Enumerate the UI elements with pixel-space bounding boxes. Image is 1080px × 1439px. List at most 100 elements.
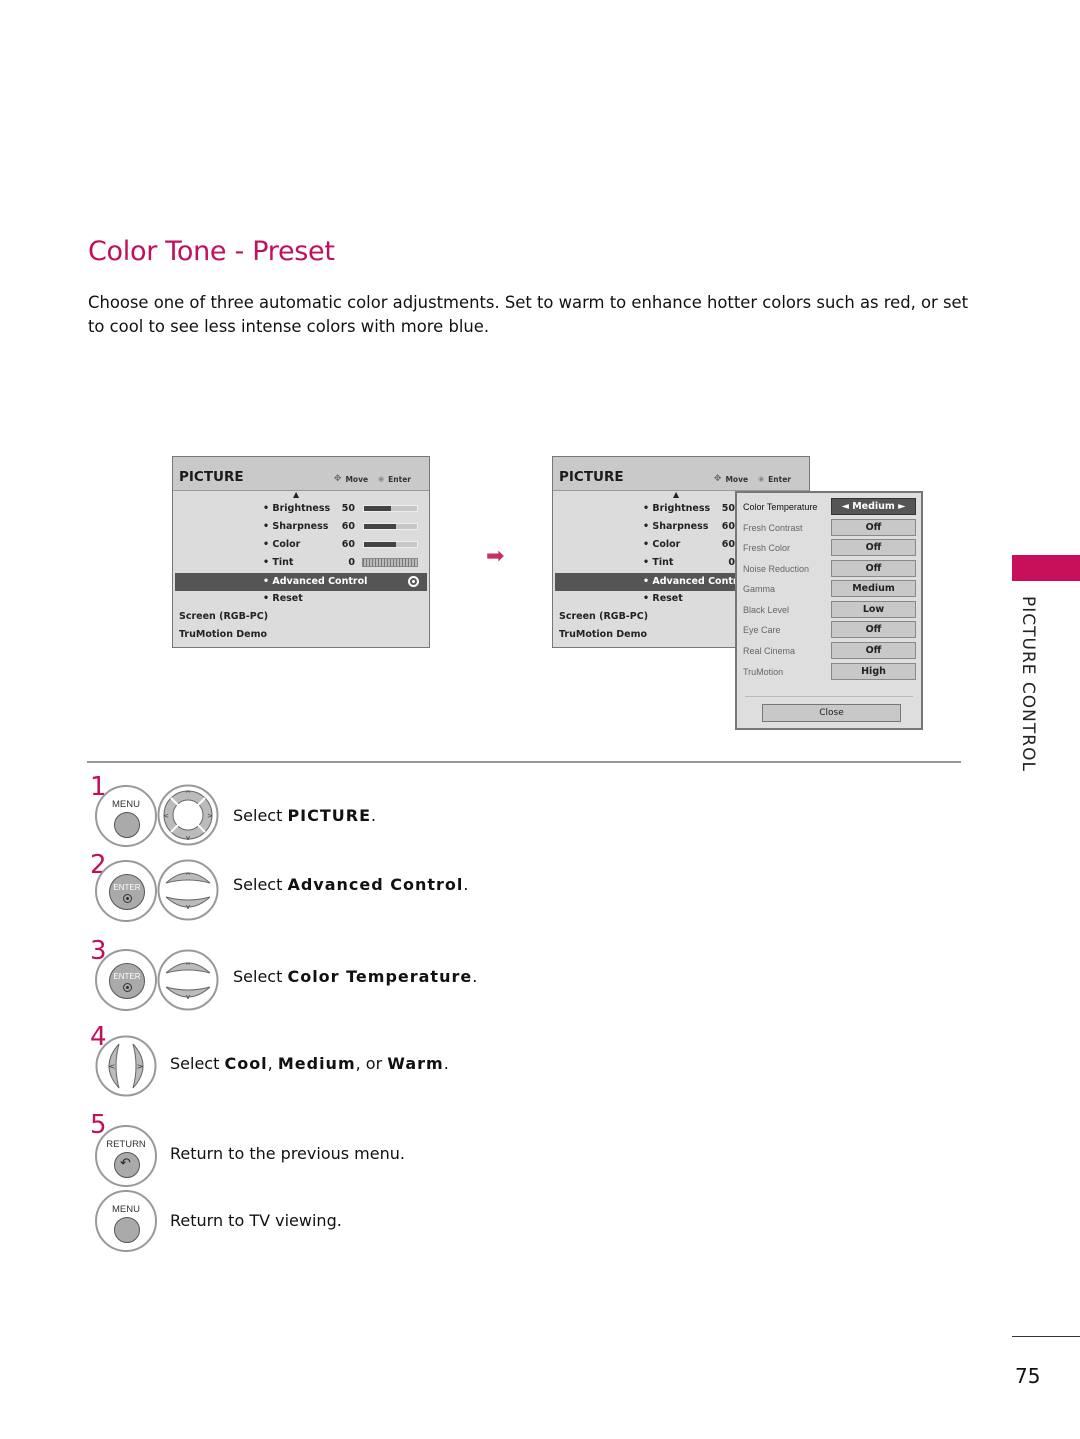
button-caption: RETURN	[106, 1139, 146, 1150]
button-caption: MENU	[112, 799, 140, 810]
level-bar	[363, 523, 418, 530]
svg-text:<: <	[109, 1062, 116, 1071]
step-text-plain: Select	[170, 1054, 225, 1073]
step-3-text: Select Color Temperature.	[233, 967, 477, 986]
menu-item-color[interactable]: • Color 60	[173, 536, 429, 554]
step-text-bold: Advanced Control	[287, 875, 464, 894]
move-icon: ✥	[713, 474, 722, 484]
item-label: • Advanced Control	[263, 576, 368, 587]
up-down-buttons-icon[interactable]: ^ v	[157, 859, 219, 921]
step-text-plain: .	[371, 806, 377, 825]
menu-item-advanced-control[interactable]: • Advanced Control	[175, 573, 427, 591]
button-knob: ENTER	[109, 963, 145, 999]
menu-button[interactable]: MENU	[95, 1190, 157, 1252]
item-value: 50	[721, 503, 735, 514]
menu-item-trumotion-demo[interactable]: TruMotion Demo	[559, 626, 647, 644]
step-text-plain: ,	[267, 1054, 278, 1073]
step-6-text: Return to TV viewing.	[170, 1211, 342, 1230]
section-divider	[87, 761, 961, 763]
fresh-color-value[interactable]: Off	[831, 539, 916, 556]
level-fill	[364, 506, 391, 511]
real-cinema-value[interactable]: Off	[831, 642, 916, 659]
menu-title: PICTURE	[179, 469, 244, 485]
menu-header: PICTURE ✥ Move ◉ Enter	[173, 457, 429, 491]
item-value: 60	[721, 521, 735, 532]
chapter-label: PICTURE CONTROL	[1018, 596, 1038, 772]
menu-item-trumotion-demo[interactable]: TruMotion Demo	[179, 626, 267, 644]
enter-icon	[408, 576, 419, 587]
dpad-icon[interactable]: ^ v < >	[157, 784, 219, 846]
menu-item-tint[interactable]: • Tint 0	[173, 554, 429, 572]
item-label: • Sharpness	[643, 521, 709, 532]
enter-button[interactable]: ENTER	[95, 860, 157, 922]
eye-care-value[interactable]: Off	[831, 621, 916, 638]
step-text-bold: Color Temperature	[287, 967, 473, 986]
menu-item-sharpness[interactable]: • Sharpness 60	[173, 518, 429, 536]
step-text-plain: Select	[233, 967, 288, 986]
menu-title: PICTURE	[559, 469, 624, 485]
color-temperature-selector[interactable]: ◄ Medium ►	[831, 498, 916, 515]
adv-label-black-level: Black Level	[743, 605, 790, 615]
menu-item-screen[interactable]: Screen (RGB-PC)	[559, 608, 648, 626]
adv-label-real-cinema: Real Cinema	[743, 646, 796, 656]
svg-text:<: <	[163, 812, 169, 820]
move-hint: Move	[345, 474, 369, 484]
item-label: • Color	[643, 539, 681, 550]
svg-text:^: ^	[185, 962, 191, 970]
svg-text:v: v	[186, 993, 190, 1001]
step-text-plain: .	[463, 875, 469, 894]
menu-item-reset[interactable]: • Reset	[173, 590, 429, 608]
return-button[interactable]: RETURN ↶	[95, 1125, 157, 1187]
item-label: • Tint	[643, 557, 674, 568]
enter-icon: ◉	[378, 475, 385, 483]
adv-label-color-temperature: Color Temperature	[743, 502, 818, 512]
level-fill	[364, 542, 396, 547]
svg-text:^: ^	[185, 872, 191, 880]
trumotion-value[interactable]: High	[831, 663, 916, 680]
step-5-text: Return to the previous menu.	[170, 1144, 405, 1163]
picture-menu-left: PICTURE ✥ Move ◉ Enter ▲ • Brightness 50…	[172, 456, 430, 648]
enter-dot-icon	[123, 894, 132, 903]
step-1-text: Select PICTURE.	[233, 806, 376, 825]
gamma-value[interactable]: Medium	[831, 580, 916, 597]
step-text-bold: Cool	[224, 1054, 268, 1073]
button-caption: ENTER	[113, 883, 141, 892]
adv-label-gamma: Gamma	[743, 584, 776, 594]
black-level-value[interactable]: Low	[831, 601, 916, 618]
step-text-plain: Select	[233, 806, 288, 825]
svg-text:v: v	[186, 903, 190, 911]
step-4-text: Select Cool, Medium, or Warm.	[170, 1054, 449, 1073]
menu-hint: ✥ Move ◉ Enter	[334, 474, 411, 484]
item-label: • Sharpness	[263, 521, 329, 532]
menu-header: PICTURE ✥ Move ◉ Enter	[553, 457, 809, 491]
button-knob: ENTER	[109, 874, 145, 910]
adv-label-fresh-contrast: Fresh Contrast	[743, 523, 803, 533]
left-right-buttons-icon[interactable]: < >	[95, 1035, 157, 1097]
item-value: 50	[341, 503, 355, 514]
item-label: • Brightness	[263, 503, 331, 514]
divider	[745, 696, 913, 697]
intro-paragraph: Choose one of three automatic color adju…	[88, 293, 969, 336]
noise-reduction-value[interactable]: Off	[831, 560, 916, 577]
up-down-buttons-icon[interactable]: ^ v	[157, 949, 219, 1011]
adv-label-trumotion: TruMotion	[743, 667, 784, 677]
fresh-contrast-value[interactable]: Off	[831, 519, 916, 536]
step-text-plain: , or	[355, 1054, 388, 1073]
adv-label-fresh-color: Fresh Color	[743, 543, 791, 553]
item-value: 60	[721, 539, 735, 550]
item-value: 0	[728, 557, 735, 568]
enter-button[interactable]: ENTER	[95, 949, 157, 1011]
svg-text:>: >	[207, 812, 213, 820]
item-label: • Advanced Contr	[643, 576, 738, 587]
menu-item-screen[interactable]: Screen (RGB-PC)	[179, 608, 268, 626]
item-label: • Color	[263, 539, 301, 550]
button-caption: ENTER	[113, 972, 141, 981]
button-caption: MENU	[112, 1204, 140, 1215]
menu-button[interactable]: MENU	[95, 785, 157, 847]
level-fill	[364, 524, 396, 529]
close-button[interactable]: Close	[762, 704, 901, 722]
item-label: • Tint	[263, 557, 294, 568]
enter-hint: Enter	[768, 474, 791, 484]
item-value: 60	[341, 521, 355, 532]
menu-item-brightness[interactable]: • Brightness 50	[173, 500, 429, 518]
